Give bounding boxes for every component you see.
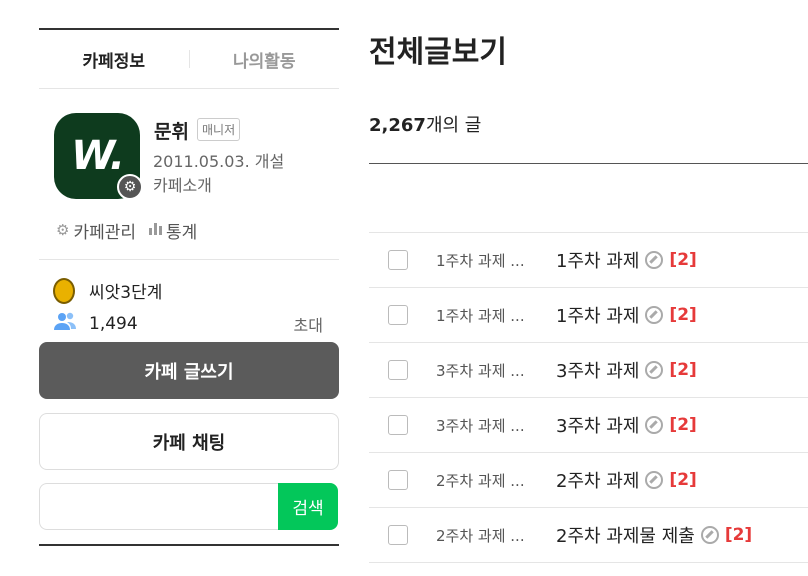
stats-label: 통계 xyxy=(166,222,198,243)
post-title[interactable]: 2주차 과제 xyxy=(556,467,639,493)
cafe-manage-link[interactable]: ⚙ 카페관리 xyxy=(56,218,136,243)
row-checkbox[interactable] xyxy=(388,470,408,490)
link-icon xyxy=(645,471,664,489)
founded-date: 2011.05.03. 개설 xyxy=(153,152,285,171)
cafe-chat-button[interactable]: 카페 채팅 xyxy=(39,413,339,470)
post-title[interactable]: 3주차 과제 xyxy=(556,357,639,383)
post-category[interactable]: 3주차 과제 ... xyxy=(436,415,556,436)
post-category[interactable]: 1주차 과제 ... xyxy=(436,305,556,326)
tab-cafe-info[interactable]: 카페정보 xyxy=(39,47,189,72)
post-count-suffix: 개의 글 xyxy=(425,115,482,136)
member-count-value: 1,494 xyxy=(89,313,138,334)
comment-count[interactable]: [2] xyxy=(669,250,696,270)
post-title[interactable]: 1주차 과제 xyxy=(556,247,639,273)
comment-count[interactable]: [2] xyxy=(669,470,696,490)
manager-name[interactable]: 문휘 xyxy=(154,117,189,144)
seed-icon xyxy=(53,277,77,304)
row-checkbox[interactable] xyxy=(388,360,408,380)
people-icon xyxy=(53,311,77,336)
cafe-intro-link[interactable]: 카페소개 xyxy=(153,172,212,196)
post-title[interactable]: 3주차 과제 xyxy=(556,412,639,438)
link-icon xyxy=(645,416,664,434)
cafe-profile: W. ⚙ 문휘 매니저 2011.05.03. 개설 카페소개 xyxy=(39,89,339,201)
row-checkbox[interactable] xyxy=(388,415,408,435)
comment-count[interactable]: [2] xyxy=(669,415,696,435)
page-title: 전체글보기 xyxy=(369,35,507,70)
link-icon xyxy=(645,361,664,379)
post-category[interactable]: 1주차 과제 ... xyxy=(436,250,556,271)
link-icon xyxy=(700,526,719,544)
post-list: 1주차 과제 ... 1주차 과제 [2] 1주차 과제 ... 1주차 과제 … xyxy=(369,232,808,563)
bar-chart-icon xyxy=(148,221,163,239)
row-checkbox[interactable] xyxy=(388,525,408,545)
table-row: 2주차 과제 ... 2주차 과제 [2] xyxy=(369,453,808,508)
sidebar-tabs: 카페정보 나의활동 xyxy=(39,28,339,89)
manager-role-badge: 매니저 xyxy=(197,118,241,141)
cafe-search: 검색 xyxy=(39,483,339,530)
row-checkbox[interactable] xyxy=(388,250,408,270)
post-count: 2,267개의 글 xyxy=(369,111,481,137)
manage-bar: ⚙ 카페관리 통계 xyxy=(39,201,339,260)
search-button[interactable]: 검색 xyxy=(278,483,338,530)
post-title[interactable]: 1주차 과제 xyxy=(556,302,639,328)
cafe-level: 씨앗3단계 xyxy=(39,274,339,307)
row-checkbox[interactable] xyxy=(388,305,408,325)
comment-count[interactable]: [2] xyxy=(669,305,696,325)
post-title[interactable]: 2주차 과제물 제출 xyxy=(556,522,695,548)
link-icon xyxy=(645,251,664,269)
table-row: 3주차 과제 ... 3주차 과제 [2] xyxy=(369,343,808,398)
post-category[interactable]: 2주차 과제 ... xyxy=(436,525,556,546)
comment-count[interactable]: [2] xyxy=(725,525,752,545)
header-divider xyxy=(369,163,808,164)
write-post-button[interactable]: 카페 글쓰기 xyxy=(39,342,339,399)
table-row: 1주차 과제 ... 1주차 과제 [2] xyxy=(369,288,808,343)
sidebar: 카페정보 나의활동 W. ⚙ 문휘 매니저 2011.05.03. 개설 카페소… xyxy=(39,28,339,566)
gear-icon[interactable]: ⚙ xyxy=(117,174,143,200)
invite-link[interactable]: 초대 xyxy=(294,312,323,336)
post-count-number: 2,267 xyxy=(369,115,426,136)
comment-count[interactable]: [2] xyxy=(669,360,696,380)
link-icon xyxy=(645,306,664,324)
post-category[interactable]: 3주차 과제 ... xyxy=(436,360,556,381)
tab-my-activity[interactable]: 나의활동 xyxy=(190,47,340,72)
table-row: 3주차 과제 ... 3주차 과제 [2] xyxy=(369,398,808,453)
cafe-stats: 씨앗3단계 1,494 초대 xyxy=(39,260,339,340)
gear-icon: ⚙ xyxy=(56,221,70,239)
post-category[interactable]: 2주차 과제 ... xyxy=(436,470,556,491)
search-input[interactable] xyxy=(39,483,278,530)
member-count: 1,494 초대 xyxy=(39,307,339,340)
stats-link[interactable]: 통계 xyxy=(148,218,197,243)
cafe-manage-label: 카페관리 xyxy=(73,222,137,243)
table-row: 2주차 과제 ... 2주차 과제물 제출 [2] xyxy=(369,508,808,563)
table-row: 1주차 과제 ... 1주차 과제 [2] xyxy=(369,233,808,288)
level-label: 씨앗3단계 xyxy=(89,283,163,303)
cafe-logo-text: W. xyxy=(71,133,125,179)
sidebar-divider xyxy=(39,544,339,566)
